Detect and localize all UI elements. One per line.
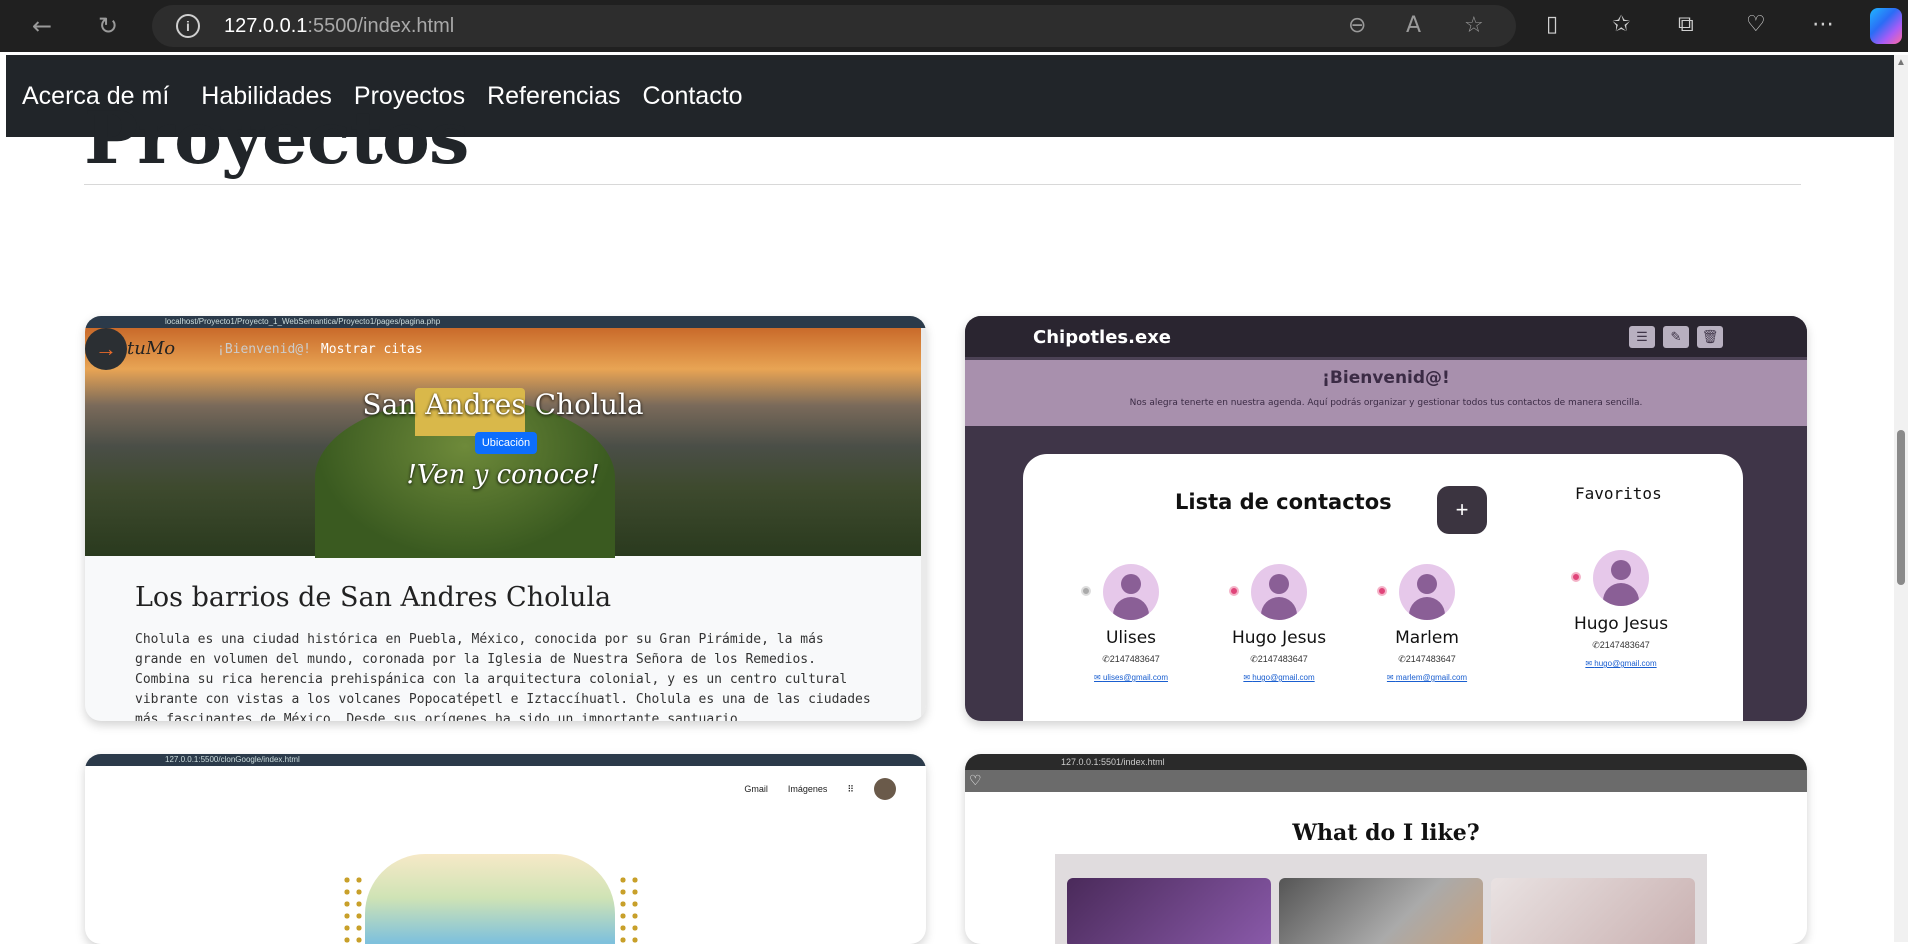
card-heading: What do I like? — [1292, 820, 1480, 846]
contact-phone: ✆2147483647 — [1250, 654, 1308, 664]
avatar — [1251, 564, 1307, 620]
contact-phone: ✆2147483647 — [1592, 640, 1650, 650]
zoom-out-icon[interactable]: ⊖ — [1348, 13, 1366, 38]
screenshot-browser-bar: 127.0.0.1:5501/index.html — [965, 754, 1807, 770]
contacts-navbar: Chipotles.exe ☰ ✎ 🗑 — [965, 316, 1807, 360]
google-doodle-image — [341, 854, 639, 944]
address-bar[interactable]: i 127.0.0.1:5500/index.html ⊖ A ☆ — [152, 5, 1516, 47]
welcome-title: ¡Bienvenid@! — [1322, 368, 1450, 388]
screenshot-browser-bar: localhost/Proyecto1/Proyecto_1_WebSemant… — [85, 316, 926, 328]
favorite-toggle[interactable] — [1081, 586, 1091, 596]
google-top-links: Gmail Imágenes ⠿ — [744, 778, 896, 800]
heart-icon: ♡ — [969, 772, 982, 788]
avatar[interactable] — [874, 778, 896, 800]
favorites-title: Favoritos — [1575, 484, 1662, 503]
contact-name: Ulises — [1105, 628, 1157, 648]
scrollbar[interactable] — [921, 328, 926, 721]
welcome-subtitle: Nos alegra tenerte en nuestra agenda. Aq… — [1129, 398, 1643, 408]
gallery-photo — [1067, 878, 1271, 944]
trash-icon[interactable]: 🗑 — [1697, 326, 1723, 348]
apps-grid-icon[interactable]: ⠿ — [847, 784, 854, 795]
section-title: Proyectos — [84, 95, 469, 180]
contact-email[interactable]: ✉ ulises@gmail.com — [1061, 673, 1201, 682]
scroll-up-icon[interactable]: ▲ — [1896, 57, 1906, 68]
section-divider — [84, 184, 1801, 185]
contact-email[interactable]: ✉ hugo@gmail.com — [1551, 659, 1691, 668]
avatar — [1593, 550, 1649, 606]
refresh-icon[interactable]: ↻ — [90, 8, 126, 44]
favorites-icon[interactable]: ✩ — [1612, 12, 1630, 37]
screenshot-browser-bar: 127.0.0.1:5500/clonGoogle/index.html — [85, 754, 926, 766]
contact-card[interactable]: Ulises ✆2147483647 ✉ ulises@gmail.com — [1061, 564, 1201, 682]
avatar — [1399, 564, 1455, 620]
nav-link-contact[interactable]: Contacto — [643, 82, 743, 111]
hero-nav-link[interactable]: Mostrar citas — [321, 342, 423, 357]
card-paragraph: Cholula es una ciudad histórica en Puebl… — [135, 632, 871, 721]
screenshot-header — [965, 770, 1807, 792]
project-card-contacts[interactable]: Chipotles.exe ☰ ✎ 🗑 ¡Bienvenid@! Nos ale… — [965, 316, 1807, 721]
page-scrollbar[interactable]: ▲ — [1894, 55, 1908, 942]
contact-email[interactable]: ✉ hugo@gmail.com — [1209, 673, 1349, 682]
contact-name: Hugo Jesus — [1231, 628, 1327, 648]
hero-nav: ¡Bienvenid@! Mostrar citas — [217, 342, 423, 357]
browser-toolbar: ← ↻ i 127.0.0.1:5500/index.html ⊖ A ☆ ▯ … — [0, 0, 1908, 52]
contacts-list-title: Lista de contactos — [1175, 490, 1392, 514]
welcome-banner: ¡Bienvenid@! Nos alegra tenerte en nuest… — [965, 360, 1807, 426]
arrow-right-icon[interactable]: → — [85, 328, 127, 370]
favorite-toggle[interactable] — [1229, 586, 1239, 596]
hero-subtitle: !Ven y conoce! — [406, 460, 600, 490]
contact-name: Marlem — [1395, 628, 1459, 648]
nav-link-references[interactable]: Referencias — [487, 82, 620, 111]
location-button[interactable]: Ubicación — [475, 432, 537, 454]
card-heading: Los barrios de San Andres Cholula — [135, 582, 612, 613]
favorite-toggle[interactable] — [1571, 572, 1581, 582]
contact-phone: ✆2147483647 — [1398, 654, 1456, 664]
contact-name: Hugo Jesus — [1573, 614, 1669, 634]
edit-icon[interactable]: ✎ — [1663, 326, 1689, 348]
contacts-brand: Chipotles.exe — [1033, 327, 1172, 348]
copilot-icon[interactable] — [1870, 8, 1902, 44]
contact-card[interactable]: Hugo Jesus ✆2147483647 ✉ hugo@gmail.com — [1209, 564, 1349, 682]
favorite-toggle[interactable] — [1377, 586, 1387, 596]
avatar — [1103, 564, 1159, 620]
hero-nav-welcome: ¡Bienvenid@! — [217, 342, 311, 357]
favorite-star-icon[interactable]: ☆ — [1464, 13, 1484, 38]
gmail-link[interactable]: Gmail — [744, 784, 768, 794]
hero-title: San Andres Cholula — [362, 388, 644, 421]
contact-phone: ✆2147483647 — [1102, 654, 1160, 664]
project-card-cholula[interactable]: localhost/Proyecto1/Proyecto_1_WebSemant… — [85, 316, 926, 721]
add-contact-icon[interactable]: + — [1437, 486, 1487, 534]
list-icon[interactable]: ☰ — [1629, 326, 1655, 348]
more-icon[interactable]: ⋯ — [1812, 12, 1834, 37]
collections-icon[interactable]: ⧉ — [1678, 12, 1694, 37]
info-icon[interactable]: i — [176, 14, 200, 38]
project-card-what-i-like[interactable]: 127.0.0.1:5501/index.html ♡ What do I li… — [965, 754, 1807, 944]
hero-image: San Andres Cholula Ubicación !Ven y cono… — [85, 328, 921, 558]
contact-card[interactable]: Marlem ✆2147483647 ✉ marlem@gmail.com — [1357, 564, 1497, 682]
split-screen-icon[interactable]: ▯ — [1546, 12, 1558, 37]
read-aloud-icon[interactable]: A — [1406, 13, 1421, 38]
scrollbar-thumb[interactable] — [1897, 430, 1905, 585]
site-logo: tuMo — [127, 338, 176, 359]
favorite-contact-card[interactable]: Hugo Jesus ✆2147483647 ✉ hugo@gmail.com — [1551, 550, 1691, 668]
back-icon[interactable]: ← — [24, 8, 60, 44]
contacts-panel: Lista de contactos + Favoritos Ulises ✆2… — [1023, 454, 1743, 721]
gallery-photo — [1279, 878, 1483, 944]
project-card-google-clone[interactable]: 127.0.0.1:5500/clonGoogle/index.html Gma… — [85, 754, 926, 944]
gallery-photo — [1491, 878, 1695, 944]
contact-email[interactable]: ✉ marlem@gmail.com — [1357, 673, 1497, 682]
images-link[interactable]: Imágenes — [788, 784, 828, 794]
photo-gallery — [1055, 854, 1707, 944]
browser-essentials-icon[interactable]: ♡ — [1746, 12, 1766, 37]
url-text[interactable]: 127.0.0.1:5500/index.html — [224, 15, 454, 38]
